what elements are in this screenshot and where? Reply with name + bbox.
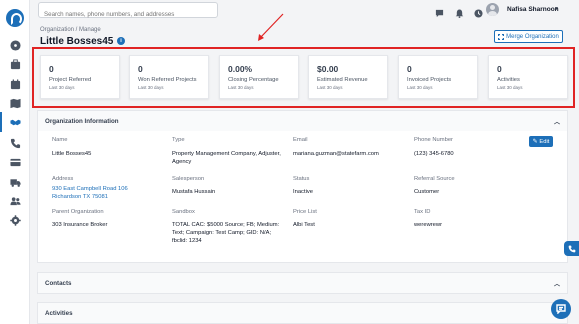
- stat-card-won-referred: 0 Won Referred Projects Last 30 days: [129, 55, 209, 99]
- type-label: Type: [172, 137, 185, 143]
- stat-card-activities: 0 Activities Last 30 days: [488, 55, 568, 99]
- calendar-icon[interactable]: [9, 78, 21, 90]
- stat-period: Last 30 days: [49, 85, 75, 90]
- type-value: Property Management Company, Adjuster, A…: [172, 151, 281, 165]
- stat-period: Last 30 days: [407, 85, 433, 90]
- referral-source-value: Customer: [414, 189, 440, 195]
- briefcase-icon[interactable]: [9, 58, 21, 70]
- stat-label: Estimated Revenue: [317, 77, 368, 83]
- edit-button[interactable]: ✎ Edit: [529, 136, 553, 147]
- organization-information-panel: Organization Information ︿ ✎ Edit Name L…: [37, 110, 568, 263]
- sandbox-label: Sandbox: [172, 209, 195, 215]
- contacts-header[interactable]: Contacts ︿: [38, 273, 567, 293]
- merge-organization-label: Merge Organization: [506, 33, 559, 40]
- activities-panel[interactable]: Activities: [37, 302, 568, 324]
- stat-label: Invoiced Projects: [407, 77, 452, 83]
- panel-title: Activities: [45, 309, 73, 317]
- referral-source-label: Referral Source: [414, 176, 455, 182]
- stat-value: 0: [407, 64, 412, 74]
- address-line1-link[interactable]: 930 East Campbell Road 106: [52, 185, 128, 193]
- stat-label: Won Referred Projects: [138, 77, 197, 83]
- email-value[interactable]: mariana.guzman@statefarm.com: [293, 150, 379, 158]
- page-title: Little Bosses45: [40, 36, 114, 47]
- chat-icon[interactable]: [435, 5, 444, 18]
- sidebar: [0, 0, 30, 324]
- tax-id-value: werewrewr: [414, 222, 443, 228]
- map-icon[interactable]: [9, 97, 21, 109]
- panel-title: Organization Information: [45, 117, 119, 125]
- contacts-panel[interactable]: Contacts ︿: [37, 272, 568, 294]
- salesperson-value: Mustafa Hussain: [172, 189, 216, 195]
- status-value: Inactive: [293, 189, 313, 195]
- info-icon[interactable]: i: [117, 37, 125, 45]
- chevron-up-icon[interactable]: ︿: [554, 279, 560, 288]
- name-label: Name: [52, 137, 68, 143]
- organization-information-header[interactable]: Organization Information ︿: [38, 111, 567, 131]
- clock-icon[interactable]: [474, 5, 483, 18]
- annotation-arrow: [258, 13, 284, 41]
- phone-value[interactable]: (123) 345-6780: [414, 150, 454, 158]
- stat-label: Closing Percentage: [228, 77, 279, 83]
- email-label: Email: [293, 137, 308, 143]
- search-input[interactable]: [39, 7, 217, 22]
- search-box[interactable]: [38, 2, 218, 22]
- merge-organization-button[interactable]: Merge Organization: [494, 30, 563, 43]
- pencil-icon: ✎: [532, 138, 538, 145]
- merge-icon: [498, 33, 505, 40]
- breadcrumb: Organization / Manage: [40, 27, 101, 33]
- price-list-label: Price List: [293, 209, 317, 215]
- salesperson-label: Salesperson: [172, 176, 205, 182]
- stat-card-invoiced-projects: 0 Invoiced Projects Last 30 days: [398, 55, 478, 99]
- app-logo[interactable]: [6, 9, 24, 27]
- stat-card-project-referred: 0 Project Referred Last 30 days: [40, 55, 120, 99]
- status-label: Status: [293, 176, 310, 182]
- stat-label: Project Referred: [49, 77, 92, 83]
- phone-label: Phone Number: [414, 137, 453, 143]
- users-icon[interactable]: [9, 195, 21, 207]
- user-name[interactable]: Nafisa Sharnoon: [507, 6, 559, 13]
- address-label: Address: [52, 176, 74, 182]
- stat-period: Last 30 days: [138, 85, 164, 90]
- settings-icon[interactable]: [9, 214, 21, 226]
- stat-period: Last 30 days: [497, 85, 523, 90]
- stat-period: Last 30 days: [317, 85, 343, 90]
- bell-icon[interactable]: [455, 5, 464, 18]
- chevron-up-icon[interactable]: ︿: [554, 117, 560, 126]
- edit-label: Edit: [539, 138, 550, 145]
- stat-value: $0.00: [317, 64, 339, 74]
- floating-phone-button[interactable]: [564, 241, 579, 256]
- activities-header[interactable]: Activities: [38, 303, 567, 323]
- stat-card-closing-percentage: 0.00% Closing Percentage Last 30 days: [219, 55, 299, 99]
- phone-icon: [568, 245, 575, 252]
- avatar[interactable]: [486, 3, 499, 16]
- price-list-value: Albi Test: [293, 222, 315, 228]
- name-value: Little Bosses45: [52, 151, 92, 157]
- stat-value: 0: [49, 64, 54, 74]
- sandbox-value: TOTAL CAC: $5000 Source; FB; Medium: Tex…: [172, 222, 280, 244]
- parent-organization-label: Parent Organization: [52, 209, 104, 215]
- panel-title: Contacts: [45, 279, 72, 287]
- chevron-down-icon[interactable]: ▼: [554, 6, 559, 12]
- handshake-icon[interactable]: [0, 112, 21, 132]
- tax-id-label: Tax ID: [414, 209, 431, 215]
- stat-value: 0.00%: [228, 64, 253, 74]
- stat-label: Activities: [497, 77, 520, 83]
- stat-period: Last 30 days: [228, 85, 254, 90]
- chat-icon: [556, 304, 566, 314]
- top-bar: Nafisa Sharnoon ▼: [30, 0, 579, 22]
- phone-icon[interactable]: [9, 137, 21, 149]
- stat-card-estimated-revenue: $0.00 Estimated Revenue Last 30 days: [308, 55, 388, 99]
- stat-value: 0: [138, 64, 143, 74]
- invoice-icon[interactable]: [9, 156, 21, 168]
- floating-chat-button[interactable]: [551, 299, 571, 319]
- stat-value: 0: [497, 64, 502, 74]
- address-line2-link[interactable]: Richardson TX 75081: [52, 193, 108, 201]
- compass-icon[interactable]: [9, 39, 21, 51]
- parent-organization-value: 303 Insurance Broker: [52, 222, 108, 228]
- truck-icon[interactable]: [9, 176, 21, 188]
